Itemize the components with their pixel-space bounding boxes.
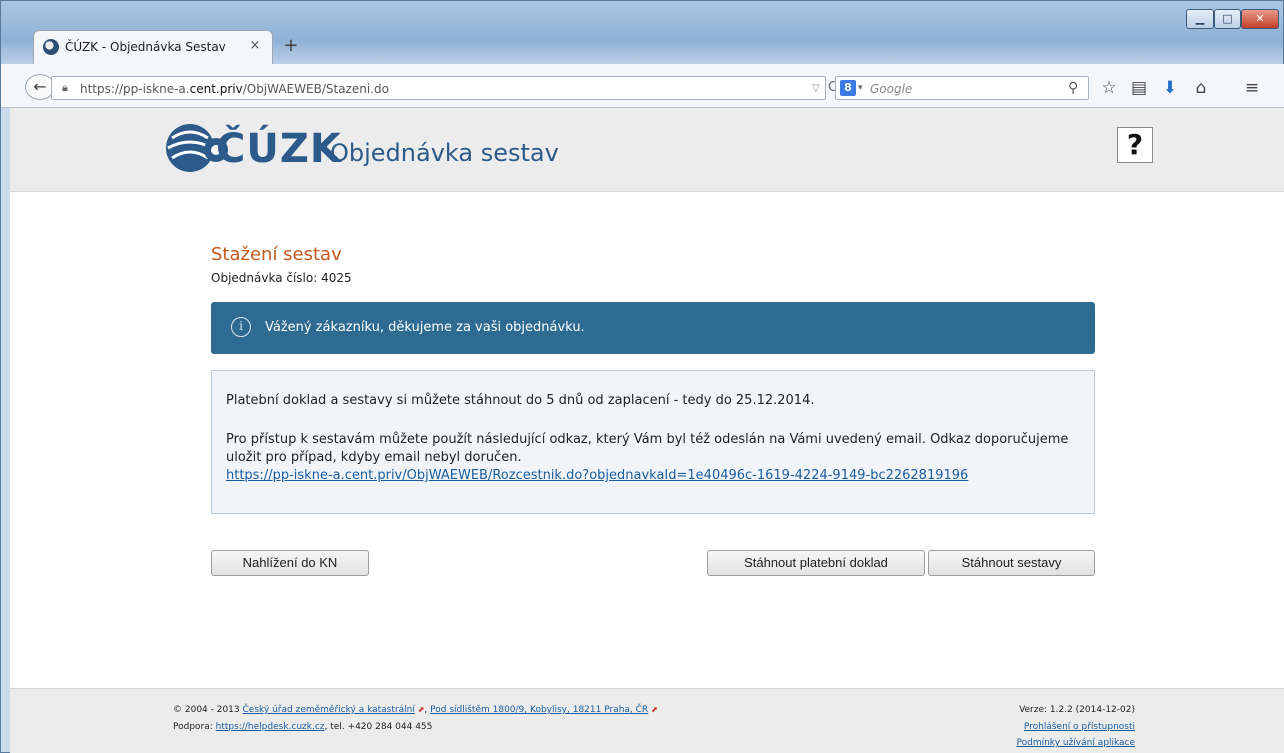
download-icon[interactable]: ⬇ — [1159, 78, 1181, 98]
close-icon: ✕ — [1255, 12, 1265, 25]
url-text: https://pp-iskne-a.cent.priv/ObjWAEWEB/S… — [80, 82, 389, 96]
home-icon[interactable]: ⌂ — [1190, 78, 1212, 98]
tab-title: ČÚZK - Objednávka Sestav — [65, 40, 226, 54]
info-paragraph-link: Pro přístup k sestavám můžete použít nás… — [226, 432, 1069, 465]
support-phone: , tel. +420 284 044 455 — [324, 722, 433, 732]
google-icon[interactable]: 8 — [840, 80, 856, 96]
office-link[interactable]: Český úřad zeměměřický a katastrální — [243, 705, 415, 715]
info-paragraph-deadline: Platební doklad a sestavy si můžete stáh… — [226, 393, 815, 408]
minimize-button[interactable]: ▁ — [1186, 9, 1214, 29]
alert-text: Vážený zákazníku, děkujeme za vaši objed… — [265, 320, 585, 335]
search-placeholder: Google — [870, 82, 913, 96]
external-link-icon-2: ⬈ — [651, 705, 658, 714]
url-bar[interactable]: 🔒︎ https://pp-iskne-a.cent.priv/ObjWAEWE… — [51, 76, 837, 100]
lock-icon: 🔒︎ — [62, 81, 68, 94]
search-engine-dropdown-icon[interactable]: ▾ — [858, 80, 863, 96]
browser-window: ČÚZK - Objednávka Sestav × + ▁ □ ✕ ← 🔒︎ … — [0, 0, 1284, 753]
maximize-icon: □ — [1222, 12, 1233, 25]
page: ČÚZK Objednávka sestav ? Stažení sestav … — [10, 108, 1284, 753]
navigation-bar: ← 🔒︎ https://pp-iskne-a.cent.priv/ObjWAE… — [1, 64, 1284, 108]
help-button[interactable]: ? — [1117, 127, 1153, 163]
search-icon[interactable]: ⚲ — [1068, 80, 1078, 96]
menu-icon[interactable]: ≡ — [1241, 78, 1263, 98]
bookmark-star-icon[interactable]: ☆ — [1098, 78, 1120, 98]
copyright-text: © 2004 - 2013 — [173, 705, 240, 715]
page-header: ČÚZK Objednávka sestav ? — [10, 108, 1284, 192]
support-label: Podpora: — [173, 722, 213, 732]
page-title: Stažení sestav — [211, 244, 342, 265]
close-window-button[interactable]: ✕ — [1241, 9, 1279, 29]
logo-text: ČÚZK — [216, 126, 342, 172]
info-icon: i — [231, 317, 251, 337]
new-tab-button[interactable]: + — [281, 37, 301, 55]
maximize-button[interactable]: □ — [1214, 9, 1241, 29]
order-number: Objednávka číslo: 4025 — [211, 271, 352, 285]
tab-close-icon[interactable]: × — [247, 38, 263, 54]
cuzk-favicon-icon — [43, 39, 59, 55]
search-bar[interactable]: 8 ▾ Google ⚲ — [835, 76, 1089, 100]
download-info-box: Platební doklad a sestavy si můžete stáh… — [211, 370, 1095, 514]
footer-copyright-line: © 2004 - 2013 Český úřad zeměměřický a k… — [173, 705, 658, 715]
arrow-left-icon: ← — [33, 77, 47, 96]
minimize-icon: ▁ — [1195, 12, 1205, 25]
external-link-icon: ⬈ — [417, 705, 425, 714]
support-link[interactable]: https://helpdesk.cuzk.cz — [216, 722, 325, 732]
url-dropdown-icon[interactable]: ▽ — [812, 81, 820, 97]
app-title: Objednávka sestav — [330, 139, 559, 167]
terms-link[interactable]: Podmínky užívání aplikace — [1017, 737, 1136, 749]
footer: © 2004 - 2013 Český úřad zeměměřický a k… — [10, 688, 1284, 753]
download-payment-button[interactable]: Stáhnout platební doklad — [707, 550, 925, 576]
footer-support-line: Podpora: https://helpdesk.cuzk.cz, tel. … — [173, 721, 432, 733]
reading-list-icon[interactable]: ▤ — [1128, 78, 1150, 98]
download-reports-button[interactable]: Stáhnout sestavy — [928, 550, 1095, 576]
info-alert: i Vážený zákazníku, děkujeme za vaši obj… — [211, 302, 1095, 354]
nahlizeni-button[interactable]: Nahlížení do KN — [211, 550, 369, 576]
address-link[interactable]: Pod sídlištěm 1800/9, Kobylisy, 18211 Pr… — [430, 705, 648, 715]
accessibility-link[interactable]: Prohlášení o přístupnosti — [1024, 721, 1135, 733]
version-text: Verze: 1.2.2 (2014-12-02) — [1019, 705, 1135, 715]
access-link[interactable]: https://pp-iskne-a.cent.priv/ObjWAEWEB/R… — [226, 468, 968, 484]
